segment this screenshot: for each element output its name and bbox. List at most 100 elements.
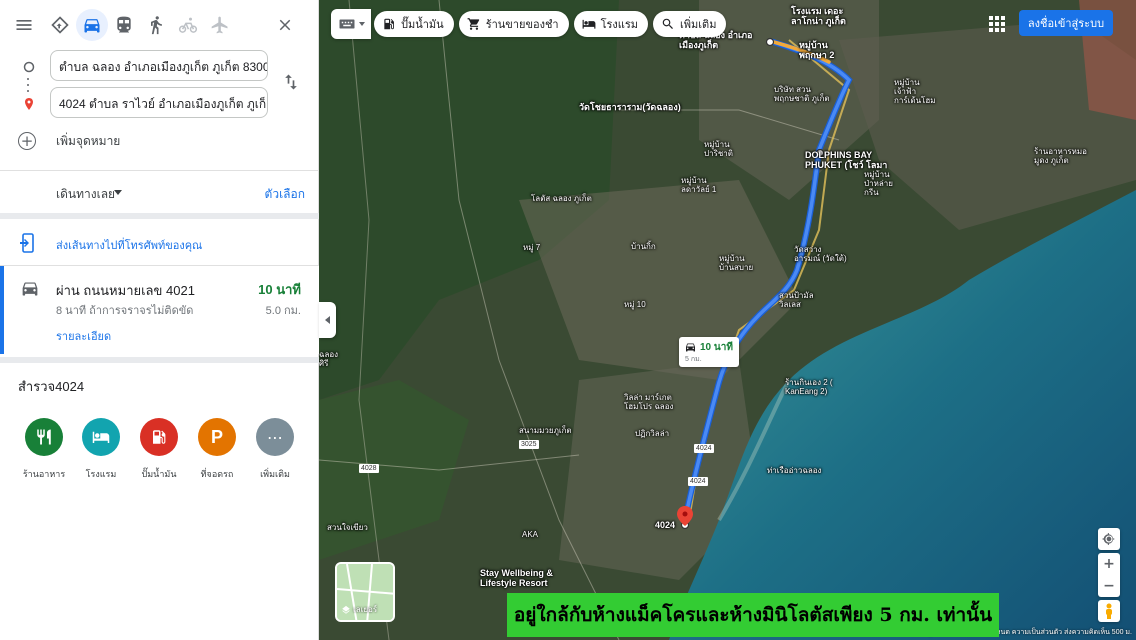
map-label: โรงแรม เดอะ ลาโกน่า ภูเก็ต: [791, 6, 846, 27]
close-icon[interactable]: [270, 10, 300, 40]
cart-icon: [467, 18, 479, 30]
route-time: 10 นาที: [258, 282, 301, 297]
signin-button[interactable]: ลงชื่อเข้าสู่ระบบ: [1019, 10, 1113, 36]
plus-icon: +: [18, 132, 36, 150]
map-label: สนามมวยภูเก็ต: [519, 426, 572, 435]
callout-distance: 5 กม.: [685, 356, 702, 363]
map-label: สวนป้ามัล วิลเลส: [779, 291, 814, 310]
destination-pin-icon: [25, 98, 33, 110]
explore-label: โรงแรม: [85, 469, 117, 479]
route-distance: 5.0 กม.: [265, 305, 301, 317]
chip-gas[interactable]: ปั๊มน้ำมัน: [374, 11, 454, 37]
explore-hotels[interactable]: โรงแรม: [72, 418, 130, 481]
bicycle-mode-icon[interactable]: [172, 9, 204, 41]
chip-grocery[interactable]: ร้านขายของชำ: [458, 11, 569, 37]
map-label: วัดโชยธาราราม(วัดฉลอง): [579, 102, 681, 112]
layers-icon: [342, 605, 350, 614]
explore-title: สำรวจ4024: [18, 379, 85, 394]
car-icon: [686, 343, 695, 352]
more-icon: ⋯: [256, 418, 294, 456]
explore-label: เพิ่มเติม: [260, 469, 290, 479]
map-label: บริษัท สวน พฤกษชาติ ภูเก็ต: [774, 85, 830, 104]
my-location-icon[interactable]: [1098, 528, 1120, 550]
bed-icon: [82, 418, 120, 456]
chip-label: ร้านขายของชำ: [485, 19, 559, 31]
route-option[interactable]: ผ่าน ถนนหมายเลข 4021 10 นาที 8 นาที ถ้าก…: [0, 266, 319, 354]
chip-label: ปั๊มน้ำมัน: [401, 19, 444, 31]
chip-hotel[interactable]: โรงแรม: [573, 11, 649, 37]
map-label: หมู่บ้าน เจ้าฟ้า การ์เด้นโฮม: [894, 78, 936, 106]
map-label: ฉลอง ศิรี: [319, 350, 339, 369]
map-label: ร้านกินเอง 2 (KanEang 2): [785, 378, 833, 397]
zoom-out-button[interactable]: −: [1098, 575, 1120, 597]
menu-icon[interactable]: [8, 9, 40, 41]
best-route-icon[interactable]: [44, 9, 76, 41]
destination-input[interactable]: 4024 ตำบล ราไวย์ อำเภอเมืองภูเก็ต ภูเก็ต…: [50, 87, 268, 118]
map-label: Stay Wellbeing & Lifestyle Resort: [480, 568, 553, 589]
promo-caption: อยู่ใกล้กับห้างแม็คโครและห้างมินิโลตัสเพ…: [507, 593, 999, 637]
road-shield: 4024: [688, 477, 708, 486]
map-label: วัดสว่าง อารมณ์ (วัดใต้): [794, 245, 847, 264]
explore-label: ที่จอดรถ: [200, 469, 234, 479]
route-traffic-note: 8 นาที ถ้าการจราจรไม่ติดขัด: [56, 305, 194, 317]
map-chips: ปั๊มน้ำมัน ร้านขายของชำ โรงแรม เพิ่มเติม: [331, 9, 731, 39]
road-shield: 4028: [359, 464, 379, 473]
send-to-phone[interactable]: ส่งเส้นทางไปที่โทรศัพท์ของคุณ: [0, 230, 319, 256]
map-label: ร้านอาหารหมอ มูดง ภูเก็ต: [1034, 147, 1087, 166]
explore-restaurants[interactable]: ร้านอาหาร: [15, 418, 73, 481]
map-label: หมู่บ้าน ป่าหล่าย กรีน: [864, 170, 893, 198]
app-root: ตำบล ฉลอง อำเภอเมืองภูเก็ต ภูเก็ต 83000 …: [0, 0, 1136, 640]
pegman-icon[interactable]: [1098, 600, 1120, 622]
map-label: AKA: [522, 530, 539, 539]
travel-mode-bar: [8, 8, 310, 42]
map-label: หมู่ 7: [523, 243, 541, 252]
waypoints: ตำบล ฉลอง อำเภอเมืองภูเก็ต ภูเก็ต 83000 …: [0, 50, 319, 124]
depart-dropdown[interactable]: เดินทางเลย: [56, 185, 115, 204]
map-canvas[interactable]: โรงแรม เดอะลาโกน่า ภูเก็ต ตำบล ฉลอง อำเภ…: [319, 0, 1136, 640]
walk-mode-icon[interactable]: [140, 9, 172, 41]
explore-more[interactable]: ⋯ เพิ่มเติม: [246, 418, 304, 481]
bed-icon: [582, 19, 596, 29]
road-shield: 4024: [694, 444, 714, 453]
transit-mode-icon[interactable]: [108, 9, 140, 41]
callout-time: 10 นาที: [700, 342, 733, 353]
map-label: สวนใจเขียว: [327, 523, 368, 532]
map-label: หมู่บ้าน พฤกษา 2: [799, 40, 835, 61]
origin-circle-icon: [23, 61, 35, 73]
origin-input[interactable]: ตำบล ฉลอง อำเภอเมืองภูเก็ต ภูเก็ต 83000: [50, 50, 268, 81]
layers-toggle[interactable]: เลเยอร์: [335, 562, 395, 622]
map-label: หมู่บ้าน ลดาวัลย์ 1: [681, 176, 717, 195]
map-label: ท่าเรืออ่าวฉลอง: [767, 466, 822, 475]
parking-icon: P: [198, 418, 236, 456]
keyboard-icon[interactable]: [331, 9, 371, 39]
gas-station-icon: [384, 18, 394, 30]
add-destination[interactable]: + เพิ่มจุดหมาย: [18, 130, 120, 152]
chip-more[interactable]: เพิ่มเติม: [653, 11, 727, 37]
route-via: ผ่าน ถนนหมายเลข 4021: [56, 283, 195, 298]
car-mode-icon[interactable]: [76, 9, 108, 41]
layers-label: เลเยอร์: [341, 603, 377, 616]
zoom-controls: + −: [1098, 553, 1120, 597]
map-label: หมู่ 10: [624, 300, 646, 309]
route-callout[interactable]: 10 นาที 5 กม.: [679, 337, 739, 367]
map-label: หมู่บ้าน ปาริชาติ: [704, 140, 733, 159]
flight-mode-icon[interactable]: [204, 9, 236, 41]
collapse-panel-button[interactable]: [319, 302, 336, 338]
options-link[interactable]: ตัวเลือก: [265, 185, 305, 204]
route-details-link[interactable]: รายละเอียด: [56, 327, 111, 345]
explore-label: ร้านอาหาร: [22, 469, 66, 479]
layers-text: เลเยอร์: [353, 605, 378, 614]
divider: [0, 170, 319, 171]
apps-grid-icon[interactable]: [989, 16, 1005, 32]
road-shield: 3025: [519, 440, 539, 449]
chevron-down-icon[interactable]: [114, 190, 122, 195]
explore-nearby: ร้านอาหาร โรงแรม ปั๊มน้ำมัน P ที่จอดรถ ⋯: [0, 418, 319, 488]
chip-label: โรงแรม: [600, 19, 639, 31]
map-label: หมู่บ้าน บ้านสบาย: [719, 254, 754, 273]
zoom-in-button[interactable]: +: [1098, 553, 1120, 575]
swap-icon[interactable]: [281, 72, 301, 92]
explore-gas[interactable]: ปั๊มน้ำมัน: [130, 418, 188, 481]
search-icon: [662, 18, 673, 29]
explore-parking[interactable]: P ที่จอดรถ: [188, 418, 246, 481]
phone-icon: [20, 233, 34, 253]
